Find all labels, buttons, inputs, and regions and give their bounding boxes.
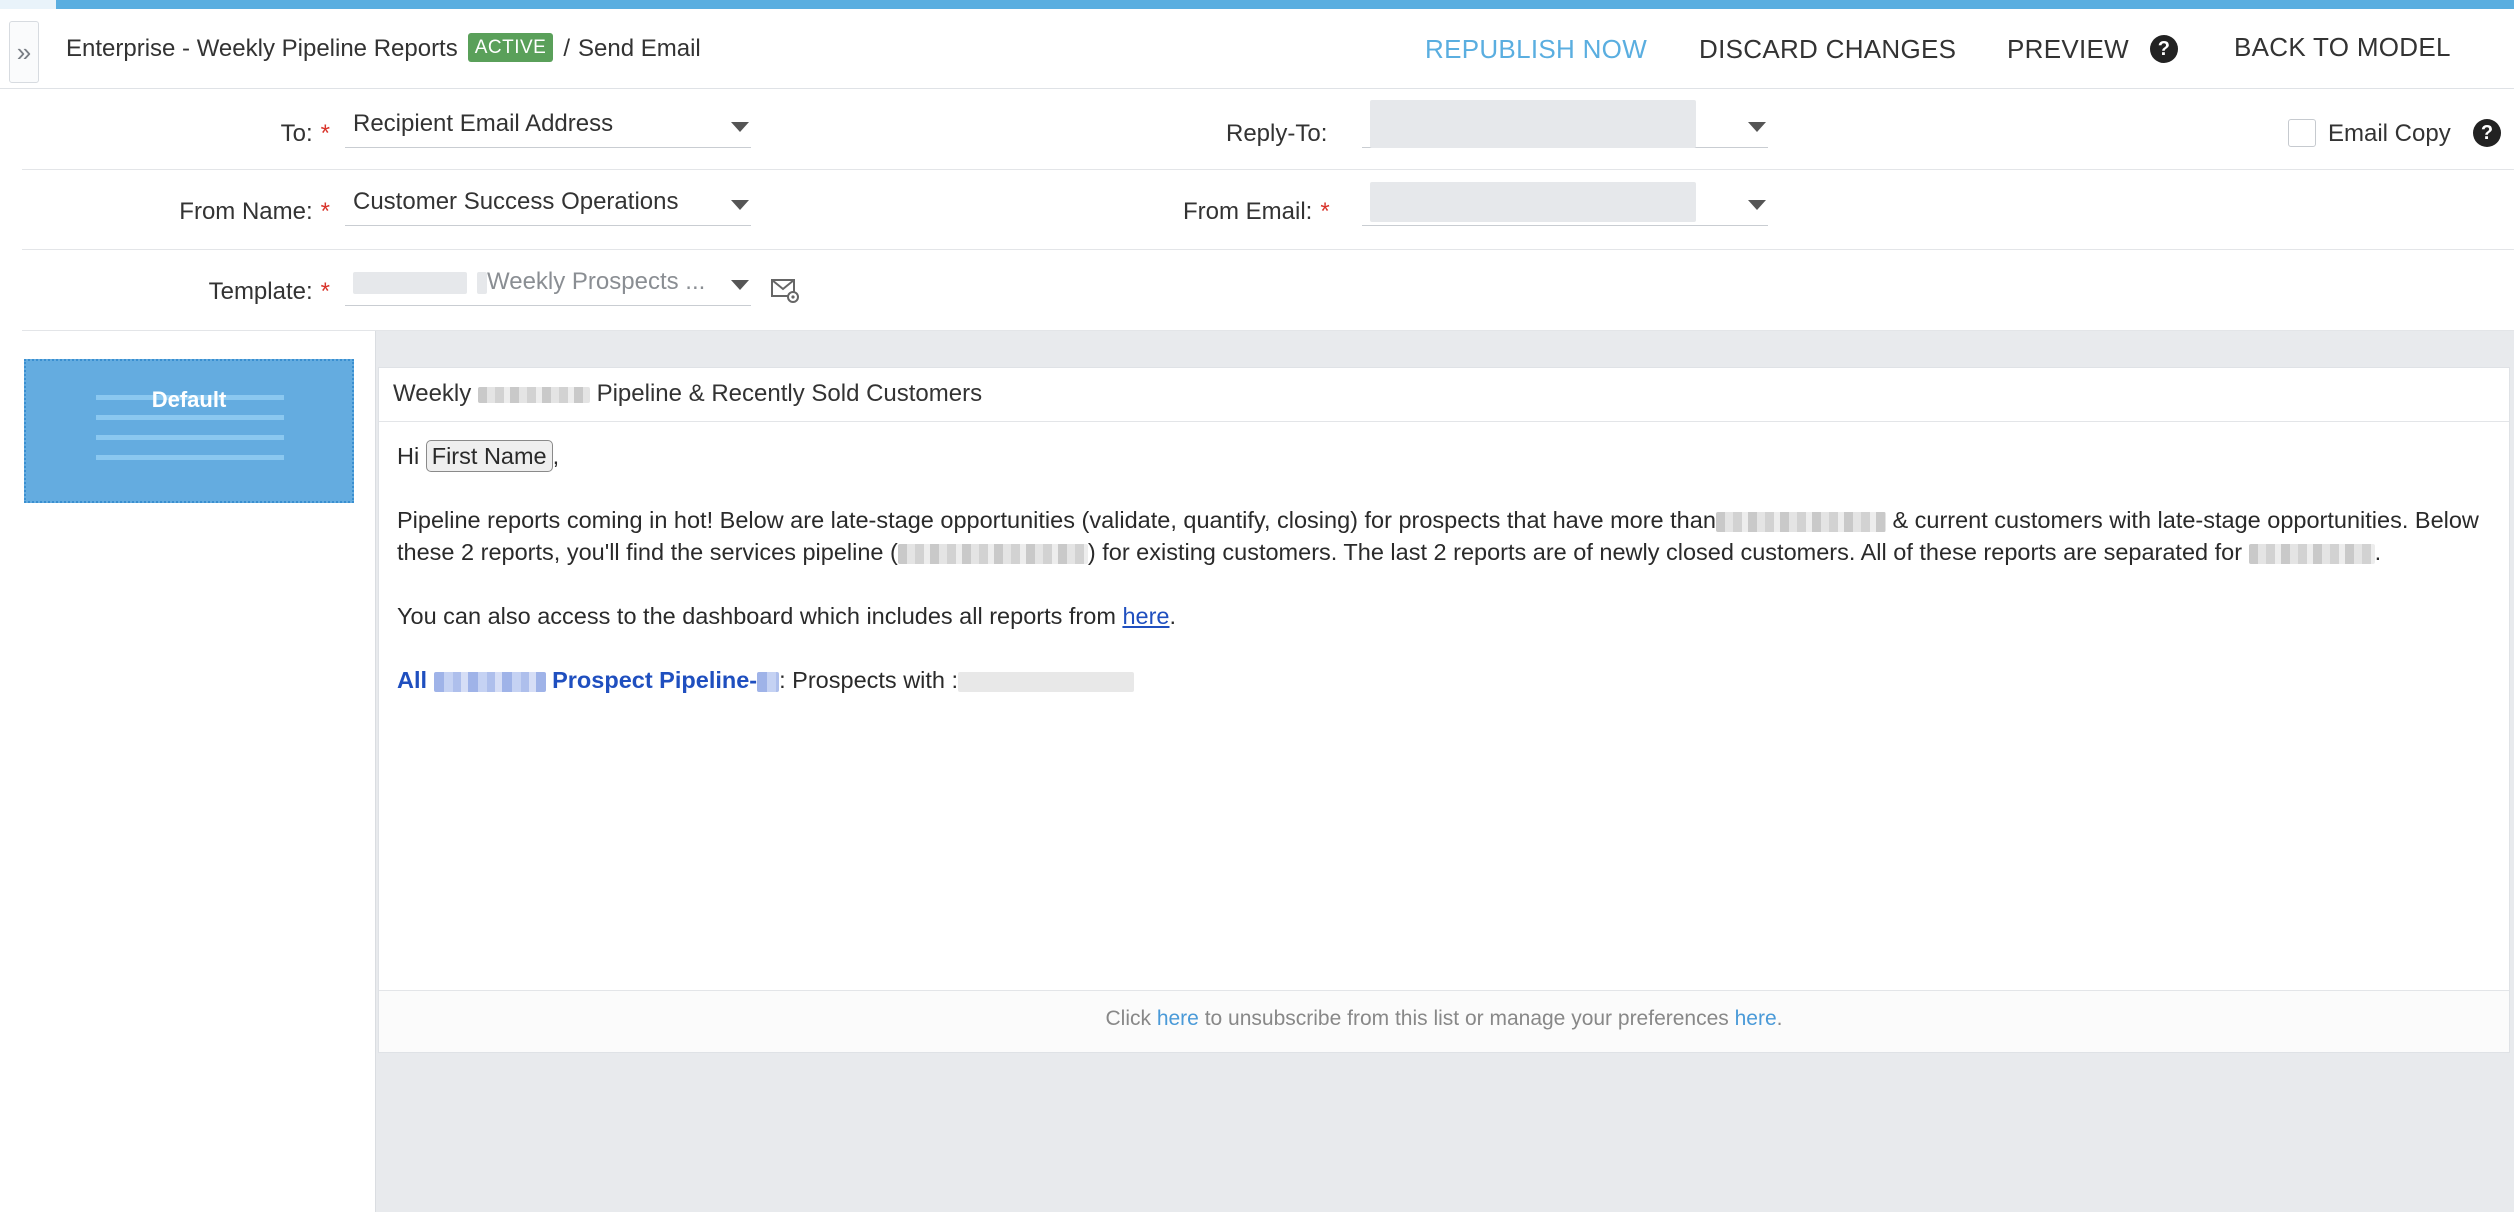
- variant-thumbnail-line: [96, 455, 284, 460]
- form-row-to: To: * Recipient Email Address Reply-To: E…: [22, 90, 2514, 170]
- help-icon: ?: [2473, 119, 2501, 147]
- preferences-link[interactable]: here: [1735, 1007, 1777, 1030]
- help-button[interactable]: ?: [2150, 9, 2178, 89]
- reply-to-redacted: [1370, 100, 1696, 148]
- to-value: Recipient Email Address: [353, 110, 614, 137]
- subject-suffix: Pipeline & Recently Sold Customers: [596, 380, 983, 407]
- breadcrumb-page-name: Send Email: [578, 35, 701, 62]
- section-all-link[interactable]: All: [397, 667, 427, 693]
- redacted-text: [958, 671, 1135, 692]
- email-settings-icon: [771, 279, 799, 303]
- unsubscribe-link[interactable]: here: [1157, 1007, 1199, 1030]
- intro-paragraph: Pipeline reports coming in hot! Below ar…: [397, 504, 2495, 568]
- from-email-label: From Email: *: [1183, 198, 1330, 225]
- from-name-label: From Name: *: [179, 198, 330, 225]
- redacted-text: [477, 386, 590, 403]
- form-row-from: From Name: * Customer Success Operations …: [22, 170, 2514, 250]
- variant-thumbnail-line: [96, 415, 284, 420]
- email-editor-area: Default Weekly Pipeline & Recently Sold …: [22, 331, 2514, 1212]
- subject-prefix: Weekly: [393, 380, 472, 407]
- template-select[interactable]: Weekly Prospects ...: [345, 262, 751, 306]
- status-badge: ACTIVE: [467, 32, 554, 62]
- to-label: To: *: [280, 120, 330, 147]
- redacted-text: [897, 543, 1088, 564]
- dashboard-link[interactable]: here: [1122, 603, 1169, 629]
- greeting-end: ,: [552, 443, 560, 469]
- email-copy-checkbox[interactable]: [2288, 119, 2316, 147]
- email-body[interactable]: Hi First Name, Pipeline reports coming i…: [379, 422, 2509, 992]
- intro-text-4: .: [2374, 539, 2382, 565]
- back-to-model-button[interactable]: BACK TO MODEL: [2234, 7, 2451, 87]
- redacted-text: [2248, 543, 2375, 564]
- from-email-select[interactable]: [1362, 182, 1768, 226]
- breadcrumb-program-name[interactable]: Enterprise - Weekly Pipeline Reports: [66, 35, 458, 63]
- redacted-text: [433, 671, 546, 692]
- first-name-token[interactable]: First Name: [425, 440, 553, 472]
- double-chevron-right-icon: »: [16, 36, 32, 67]
- variants-panel: Default: [22, 331, 376, 1212]
- discard-changes-button[interactable]: DISCARD CHANGES: [1699, 9, 1956, 89]
- expand-sidebar-button[interactable]: »: [9, 21, 39, 83]
- breadcrumb-separator: /: [563, 35, 571, 62]
- dashboard-text: You can also access to the dashboard whi…: [397, 603, 1116, 629]
- chevron-down-icon: [731, 200, 749, 210]
- template-label: Template: *: [208, 278, 330, 305]
- template-redacted: [353, 271, 467, 294]
- chevron-down-icon: [731, 122, 749, 132]
- top-accent-notch: [0, 0, 56, 9]
- redacted-text: [1715, 511, 1886, 532]
- breadcrumb: Enterprise - Weekly Pipeline Reports ACT…: [66, 9, 701, 89]
- dashboard-paragraph: You can also access to the dashboard whi…: [397, 600, 2495, 632]
- template-settings-button[interactable]: [770, 276, 802, 306]
- chevron-down-icon: [1748, 200, 1766, 210]
- redacted-text: [757, 671, 780, 692]
- from-name-select[interactable]: Customer Success Operations: [345, 182, 751, 226]
- form-row-template: Template: * Weekly Prospects ...: [22, 250, 2514, 331]
- email-copy-help-button[interactable]: ?: [2473, 119, 2501, 147]
- reply-to-label: Reply-To:: [1226, 120, 1328, 147]
- template-value: Weekly Prospects ...: [487, 268, 706, 295]
- section-heading: All Prospect Pipeline- : Prospects with :: [397, 664, 2495, 696]
- top-accent-bar: [0, 0, 2514, 9]
- chevron-down-icon: [731, 280, 749, 290]
- section-rest-text: : Prospects with :: [779, 667, 959, 693]
- intro-text-1: Pipeline reports coming in hot! Below ar…: [397, 507, 1716, 533]
- template-redacted: [477, 271, 487, 294]
- help-icon: ?: [2150, 35, 2178, 63]
- greeting-paragraph: Hi First Name,: [397, 440, 2495, 472]
- email-copy-label: Email Copy: [2328, 120, 2451, 147]
- section-title-link[interactable]: Prospect Pipeline-: [552, 667, 757, 693]
- footer-end: .: [1776, 1007, 1783, 1030]
- email-preview: Weekly Pipeline & Recently Sold Customer…: [378, 367, 2510, 1053]
- reply-to-select[interactable]: [1362, 100, 1768, 148]
- page-header: » Enterprise - Weekly Pipeline Reports A…: [0, 9, 2514, 89]
- intro-text-3: ) for existing customers. The last 2 rep…: [1087, 539, 2243, 565]
- footer-text: Click: [1105, 1007, 1151, 1030]
- to-select[interactable]: Recipient Email Address: [345, 104, 751, 148]
- republish-now-button[interactable]: REPUBLISH NOW: [1425, 9, 1647, 89]
- from-name-value: Customer Success Operations: [353, 188, 679, 215]
- variant-card-default[interactable]: Default: [24, 359, 354, 503]
- variant-thumbnail-line: [96, 435, 284, 440]
- dashboard-end: .: [1169, 603, 1177, 629]
- footer-text: to unsubscribe from this list or manage …: [1204, 1007, 1729, 1030]
- greeting-text: Hi: [397, 443, 420, 469]
- email-subject[interactable]: Weekly Pipeline & Recently Sold Customer…: [379, 368, 2509, 422]
- from-email-redacted: [1370, 182, 1696, 222]
- preview-button[interactable]: PREVIEW: [2007, 9, 2129, 89]
- chevron-down-icon: [1748, 122, 1766, 132]
- variant-label: Default: [151, 387, 227, 412]
- unsubscribe-footer: Click here to unsubscribe from this list…: [379, 990, 2509, 1052]
